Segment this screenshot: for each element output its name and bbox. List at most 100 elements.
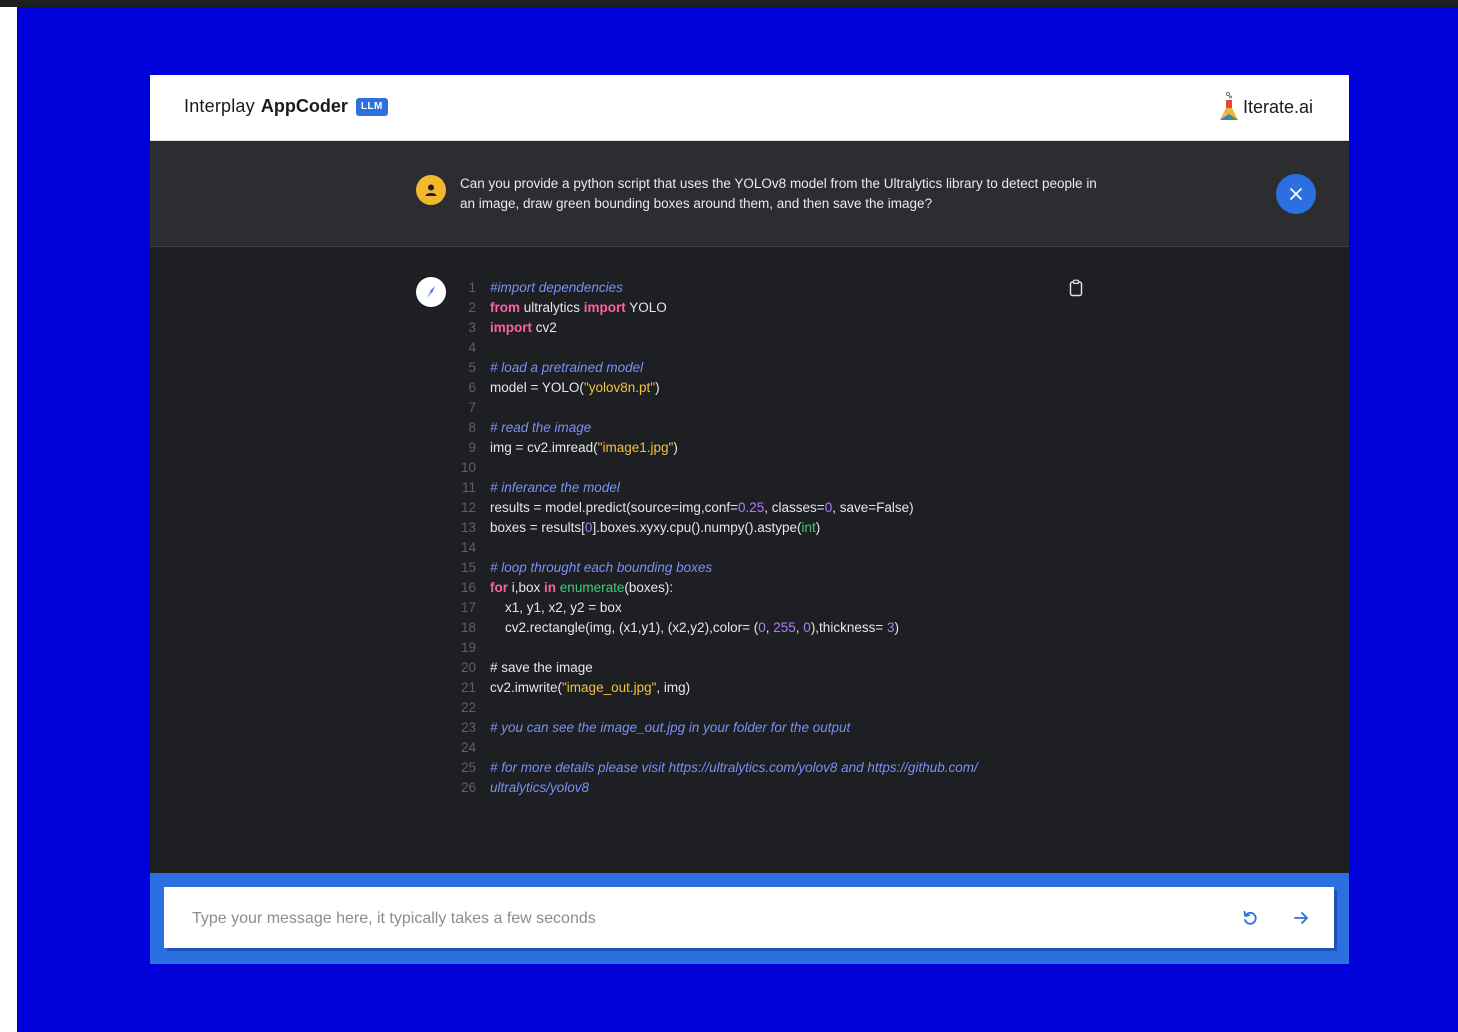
line-number: 17 xyxy=(460,600,476,615)
code-token: ultralytics/yolov8 xyxy=(490,780,590,795)
line-number: 13 xyxy=(460,520,476,535)
code-token: # inferance the model xyxy=(490,480,620,495)
code-text: # loop throught each bounding boxes xyxy=(490,558,712,578)
line-number: 4 xyxy=(468,340,476,355)
code-line: 24 xyxy=(450,738,1070,758)
code-text: # save the image xyxy=(490,658,593,678)
code-token: import xyxy=(490,320,532,335)
code-text: # read the image xyxy=(490,418,591,438)
line-number: 3 xyxy=(468,320,476,335)
code-text: for i,box in enumerate(boxes): xyxy=(490,578,673,598)
line-number: 19 xyxy=(460,640,476,655)
code-token: cv2 xyxy=(532,320,557,335)
code-token: "image_out.jpg" xyxy=(562,680,657,695)
message-input[interactable] xyxy=(190,887,1214,950)
answer-panel: 1 #import dependencies 2 from ultralytics i… xyxy=(150,247,1349,873)
code-token: # for more details please visit https://… xyxy=(490,760,978,775)
line-number: 8 xyxy=(468,420,476,435)
code-token: cv2.rectangle(img, (x1,y1), (x2,y2),colo… xyxy=(490,620,759,635)
line-number: 14 xyxy=(460,540,476,555)
code-text: boxes = results[0].boxes.xyxy.cpu().nump… xyxy=(490,518,820,538)
retry-button[interactable] xyxy=(1240,908,1260,928)
app-header: Interplay AppCoder LLM Iterate.ai xyxy=(150,75,1349,141)
close-button[interactable] xyxy=(1276,174,1316,214)
code-text: x1, y1, x2, y2 = box xyxy=(490,598,622,618)
message-box xyxy=(164,887,1334,950)
line-number: 20 xyxy=(460,660,476,675)
code-line: 12 results = model.predict(source=img,con… xyxy=(450,498,1070,518)
code-line: 15 # loop throught each bounding boxes xyxy=(450,558,1070,578)
line-number: 10 xyxy=(460,460,476,475)
line-number: 25 xyxy=(460,760,476,775)
code-token: ),thickness= xyxy=(810,620,887,635)
code-token: ) xyxy=(673,440,678,455)
code-token: # loop throught each bounding boxes xyxy=(490,560,713,575)
code-token: img = cv2.imread( xyxy=(490,440,598,455)
code-line: 7 xyxy=(450,398,1070,418)
code-token: "yolov8n.pt" xyxy=(583,380,656,395)
code-token: (boxes): xyxy=(624,580,674,595)
code-line: 9 img = cv2.imread("image1.jpg") xyxy=(450,438,1070,458)
line-number: 15 xyxy=(460,560,476,575)
code-line: 17 x1, y1, x2, y2 = box xyxy=(450,598,1070,618)
code-token: model = YOLO( xyxy=(490,380,584,395)
question-panel: Can you provide a python script that use… xyxy=(150,141,1349,247)
iterate-logo: Iterate.ai xyxy=(1219,91,1313,123)
code-line: 5 # load a pretrained model xyxy=(450,358,1070,378)
code-token: results = model.predict(source=img,conf= xyxy=(490,500,738,515)
copy-button[interactable] xyxy=(1068,279,1084,297)
question-text: Can you provide a python script that use… xyxy=(460,176,1097,211)
line-number: 26 xyxy=(460,780,476,795)
refresh-icon xyxy=(1243,910,1257,925)
code-token: YOLO xyxy=(625,300,667,315)
line-number: 21 xyxy=(460,680,476,695)
code-text: # load a pretrained model xyxy=(490,358,643,378)
code-line: 3 import cv2 xyxy=(450,318,1070,338)
code-token: i,box xyxy=(508,580,545,595)
brand-name-bold: AppCoder xyxy=(260,96,348,116)
line-number: 12 xyxy=(460,500,476,515)
code-line: 18 cv2.rectangle(img, (x1,y1), (x2,y2),c… xyxy=(450,618,1070,638)
line-number: 23 xyxy=(460,720,476,735)
line-number: 22 xyxy=(460,700,476,715)
code-line: 14 xyxy=(450,538,1070,558)
top-strip xyxy=(0,0,1458,7)
line-number: 18 xyxy=(460,620,476,635)
code-text: img = cv2.imread("image1.jpg") xyxy=(490,438,678,458)
line-number: 7 xyxy=(468,400,476,415)
code-token: 0.25 xyxy=(738,500,765,515)
code-line: 10 xyxy=(450,458,1070,478)
code-token: ].boxes.xyxy.cpu().numpy().astype( xyxy=(592,520,802,535)
line-number: 9 xyxy=(468,440,476,455)
send-button[interactable] xyxy=(1291,908,1311,928)
code-token: "image1.jpg" xyxy=(597,440,674,455)
code-text: # inferance the model xyxy=(490,478,620,498)
left-strip xyxy=(0,0,17,1032)
code-token: in xyxy=(544,580,557,595)
code-token: cv2.imwrite( xyxy=(490,680,563,695)
line-number: 5 xyxy=(468,360,476,375)
code-text: ultralytics/yolov8 xyxy=(490,778,589,798)
code-line: 2 from ultralytics import YOLO xyxy=(450,298,1070,318)
code-token: from xyxy=(490,300,520,315)
code-token: , img) xyxy=(656,680,691,695)
code-text: import cv2 xyxy=(490,318,557,338)
compass-icon xyxy=(416,277,446,307)
line-number: 24 xyxy=(460,740,476,755)
close-icon xyxy=(1290,188,1302,200)
code-block[interactable]: 1 #import dependencies 2 from ultralytics i… xyxy=(450,278,1070,798)
code-line: 23 # you can see the image_out.jpg in you… xyxy=(450,718,1070,738)
code-token: # you can see the image_out.jpg in your … xyxy=(490,720,851,735)
code-line: 21 cv2.imwrite("image_out.jpg", img) xyxy=(450,678,1070,698)
code-line: 20 # save the image xyxy=(450,658,1070,678)
code-line: 1 #import dependencies xyxy=(450,278,1070,298)
code-token: import xyxy=(583,300,626,315)
code-line: 16 for i,box in enumerate(boxes): xyxy=(450,578,1070,598)
code-line: 6 model = YOLO("yolov8n.pt") xyxy=(450,378,1070,398)
code-line: 25 # for more details please visit https:… xyxy=(450,758,1070,778)
code-token: 0 xyxy=(803,620,811,635)
line-number: 11 xyxy=(461,480,476,495)
code-token: ) xyxy=(655,380,660,395)
app-window: Interplay AppCoder LLM Iterate.ai Can yo… xyxy=(150,75,1349,964)
code-line: 4 xyxy=(450,338,1070,358)
